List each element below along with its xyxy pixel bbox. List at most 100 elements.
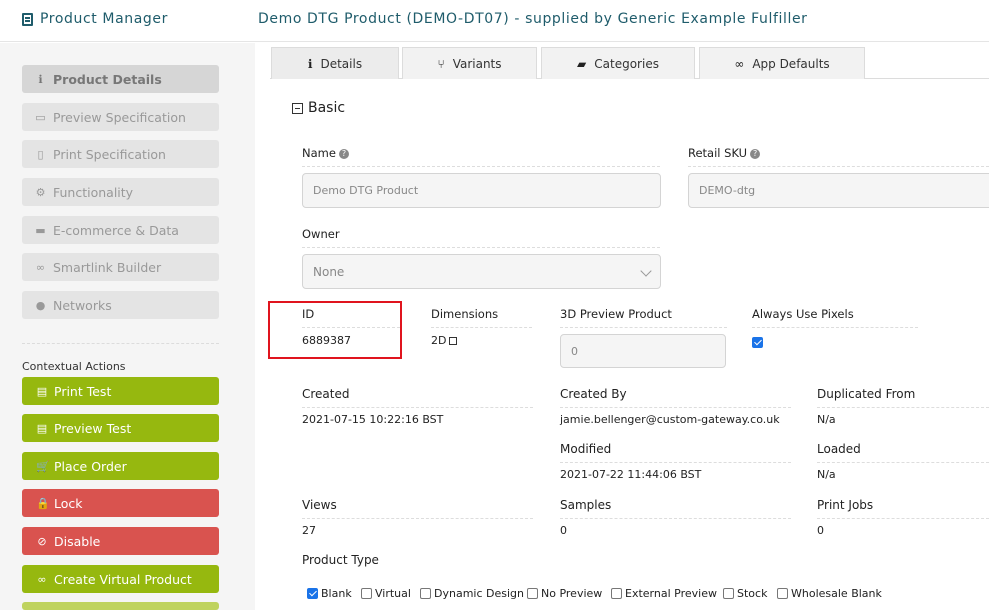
label-text: Retail SKU — [688, 146, 748, 160]
tab-details[interactable]: ℹ Details — [271, 47, 399, 79]
sidebar-item-print-specification[interactable]: ▯ Print Specification — [22, 140, 219, 168]
checkbox-unchecked[interactable] — [361, 588, 372, 599]
chevron-down-icon — [640, 265, 652, 277]
tab-app-defaults[interactable]: ∞ App Defaults — [699, 47, 865, 79]
product-type-external-preview[interactable]: External Preview — [611, 587, 717, 600]
app-title: Product Manager — [40, 11, 168, 27]
dimensions-label: Dimensions — [431, 307, 532, 328]
help-icon[interactable]: ? — [750, 149, 761, 159]
help-icon[interactable]: ? — [338, 149, 349, 159]
sidebar-item-label: Functionality — [53, 184, 134, 200]
option-label: External Preview — [625, 587, 717, 600]
monitor-icon: ▭ — [35, 110, 46, 124]
ban-icon: ⊘ — [37, 534, 47, 548]
checkbox-unchecked[interactable] — [723, 588, 734, 599]
link-icon: ∞ — [35, 260, 46, 274]
3d-preview-label: 3D Preview Product — [560, 307, 727, 328]
cart-icon: 🛒 — [36, 459, 50, 473]
sidebar-divider — [22, 343, 219, 344]
disable-button[interactable]: ⊘ Disable — [22, 527, 219, 555]
label-text: Name — [302, 146, 336, 160]
more-actions-button[interactable] — [22, 602, 219, 610]
tab-variants[interactable]: ⑂ Variants — [402, 47, 537, 79]
modified-label: Modified — [560, 442, 791, 463]
created-by-value: jamie.bellenger@custom-gateway.co.uk — [560, 413, 780, 426]
print-icon: ▤ — [36, 384, 48, 398]
checkbox-unchecked[interactable] — [777, 588, 788, 599]
preview-test-button[interactable]: ▤ Preview Test — [22, 414, 219, 442]
created-label: Created — [302, 387, 533, 408]
link-icon: ∞ — [37, 572, 47, 586]
retail-sku-input[interactable]: DEMO-dtg — [688, 173, 989, 208]
sidebar-item-product-details[interactable]: ℹ Product Details — [22, 65, 219, 93]
product-type-virtual[interactable]: Virtual — [361, 587, 411, 600]
print-test-button[interactable]: ▤ Print Test — [22, 377, 219, 405]
button-label: Place Order — [54, 458, 127, 474]
contextual-actions-label: Contextual Actions — [22, 360, 126, 373]
product-type-dynamic-design[interactable]: Dynamic Design — [420, 587, 524, 600]
name-label: Name? — [302, 146, 660, 167]
button-label: Preview Test — [54, 420, 132, 436]
checkbox-unchecked[interactable] — [527, 588, 538, 599]
checkbox-unchecked[interactable] — [420, 588, 431, 599]
name-input[interactable]: Demo DTG Product — [302, 173, 661, 208]
sidebar-item-networks[interactable]: ● Networks — [22, 291, 219, 319]
globe-icon: ● — [35, 298, 46, 312]
product-type-wholesale-blank[interactable]: Wholesale Blank — [777, 587, 882, 600]
basic-section-toggle[interactable]: Basic — [292, 100, 345, 116]
option-label: Virtual — [375, 587, 411, 600]
sidebar-item-label: Print Specification — [53, 146, 166, 162]
section-title: Basic — [308, 100, 346, 116]
button-label: Disable — [54, 533, 101, 549]
lock-button[interactable]: 🔒 Lock — [22, 489, 219, 517]
created-by-label: Created By — [560, 387, 791, 408]
top-header: Product Manager Demo DTG Product (DEMO-D… — [0, 0, 989, 42]
folder-icon: ▰ — [577, 56, 587, 71]
place-order-button[interactable]: 🛒 Place Order — [22, 452, 219, 480]
checkbox-unchecked[interactable] — [611, 588, 622, 599]
tab-label: App Defaults — [752, 56, 830, 71]
retail-sku-label: Retail SKU? — [688, 146, 989, 167]
views-value: 27 — [302, 524, 316, 537]
credit-card-icon: ▬ — [35, 223, 46, 237]
created-value: 2021-07-15 10:22:16 BST — [302, 413, 444, 426]
option-label: Stock — [737, 587, 768, 600]
tab-categories[interactable]: ▰ Categories — [541, 47, 695, 79]
option-label: Blank — [321, 587, 352, 600]
create-virtual-product-button[interactable]: ∞ Create Virtual Product — [22, 565, 219, 593]
button-label: Lock — [54, 495, 83, 511]
pdf-file-icon: ▯ — [37, 147, 44, 161]
sidebar-item-label: Smartlink Builder — [53, 259, 162, 275]
modified-value: 2021-07-22 11:44:06 BST — [560, 468, 702, 481]
button-label: Print Test — [54, 383, 112, 399]
3d-preview-input[interactable]: 0 — [560, 334, 726, 368]
sidebar-item-label: Product Details — [53, 71, 162, 87]
product-type-blank[interactable]: Blank — [307, 587, 352, 600]
print-icon: ▤ — [36, 421, 48, 435]
loaded-label: Loaded — [817, 442, 989, 463]
loaded-value: N/a — [817, 468, 836, 481]
sidebar-item-ecommerce-data[interactable]: ▬ E-commerce & Data — [22, 216, 219, 244]
product-type-label: Product Type — [302, 553, 379, 567]
product-type-no-preview[interactable]: No Preview — [527, 587, 602, 600]
samples-label: Samples — [560, 498, 791, 519]
views-label: Views — [302, 498, 533, 519]
owner-select[interactable]: None — [302, 254, 661, 289]
sidebar-item-preview-specification[interactable]: ▭ Preview Specification — [22, 103, 219, 131]
sidebar-item-functionality[interactable]: ⚙ Functionality — [22, 178, 219, 206]
cogs-icon: ⚙ — [35, 185, 46, 199]
selected-value: None — [313, 264, 345, 279]
duplicated-from-value: N/a — [817, 413, 836, 426]
always-use-pixels-checkbox[interactable] — [752, 337, 763, 348]
collapse-icon — [292, 102, 303, 114]
tab-label: Variants — [452, 56, 502, 71]
product-type-stock[interactable]: Stock — [723, 587, 767, 600]
owner-label: Owner — [302, 227, 660, 248]
sidebar-item-label: Preview Specification — [53, 109, 186, 125]
dimensions-text: 2D — [431, 334, 447, 347]
sidebar-item-smartlink-builder[interactable]: ∞ Smartlink Builder — [22, 253, 219, 281]
dimensions-value: 2D — [431, 334, 458, 347]
checkbox-checked[interactable] — [307, 588, 318, 599]
app-brand[interactable]: Product Manager — [22, 11, 168, 27]
sidebar-item-label: Networks — [53, 297, 112, 313]
